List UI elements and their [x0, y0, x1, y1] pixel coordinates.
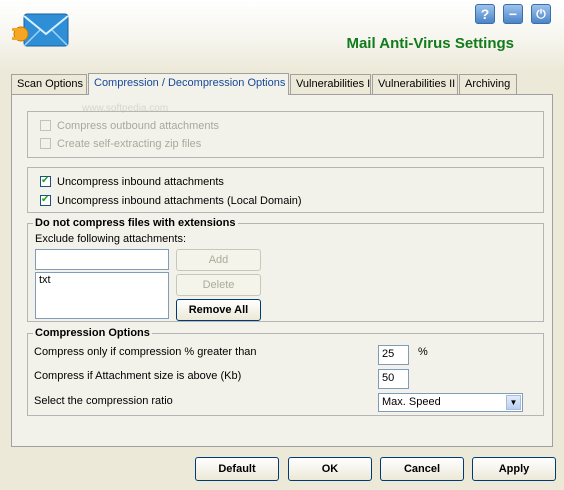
tab-panel: www.softpedia.com Compress outbound atta…: [11, 94, 553, 447]
self-extract-label: Create self-extracting zip files: [57, 138, 202, 150]
ratio-select-value: Max. Speed: [382, 396, 441, 408]
uncompress-inbound-label: Uncompress inbound attachments: [57, 176, 224, 188]
exclude-subtitle: Exclude following attachments:: [35, 233, 187, 245]
compress-outbound-row[interactable]: Compress outbound attachments: [40, 119, 219, 133]
percent-input[interactable]: 25: [378, 345, 409, 365]
apply-button[interactable]: Apply: [472, 457, 556, 481]
app-title: Mail Anti-Virus Settings: [346, 35, 514, 52]
delete-button[interactable]: Delete: [176, 274, 261, 296]
exclude-group-title: Do not compress files with extensions: [33, 217, 238, 229]
uncompress-local-checkbox[interactable]: [40, 193, 51, 207]
ratio-select[interactable]: Max. Speed ▼: [378, 393, 523, 412]
uncompress-local-row[interactable]: Uncompress inbound attachments (Local Do…: [40, 193, 302, 208]
chevron-down-icon[interactable]: ▼: [506, 395, 521, 410]
compression-options-title: Compression Options: [33, 327, 152, 339]
self-extract-row[interactable]: Create self-extracting zip files: [40, 137, 201, 151]
mail-envelope-icon: [12, 8, 70, 57]
size-input[interactable]: 50: [378, 369, 409, 389]
compression-options-group: Compression Options Compress only if com…: [27, 327, 544, 416]
tab-vulnerabilities-2[interactable]: Vulnerabilities II: [372, 74, 458, 94]
tab-vulnerabilities-1[interactable]: Vulnerabilities I: [290, 74, 371, 94]
ratio-label: Select the compression ratio: [34, 395, 173, 407]
help-button[interactable]: ?: [475, 4, 495, 24]
default-button[interactable]: Default: [195, 457, 279, 481]
uncompress-group: Uncompress inbound attachments Uncompres…: [27, 167, 544, 213]
minimize-button[interactable]: −: [503, 4, 523, 24]
header-banner: ? − ⏻ Mail Anti-Virus Settings: [0, 0, 564, 72]
tab-scan-options[interactable]: Scan Options: [11, 74, 87, 94]
exclude-group: Do not compress files with extensions Ex…: [27, 217, 544, 322]
extension-input[interactable]: [35, 249, 169, 270]
extension-list-item[interactable]: txt: [39, 274, 165, 286]
add-button[interactable]: Add: [176, 249, 261, 271]
extension-list[interactable]: txt: [35, 272, 169, 319]
percent-unit: %: [418, 346, 428, 358]
uncompress-local-label: Uncompress inbound attachments (Local Do…: [57, 195, 302, 207]
uncompress-inbound-row[interactable]: Uncompress inbound attachments: [40, 174, 224, 189]
percent-label: Compress only if compression % greater t…: [34, 346, 257, 358]
tab-archiving[interactable]: Archiving: [459, 74, 517, 94]
remove-all-button[interactable]: Remove All: [176, 299, 261, 321]
tab-compression-options[interactable]: Compression / Decompression Options: [88, 73, 289, 95]
cancel-button[interactable]: Cancel: [380, 457, 464, 481]
uncompress-inbound-checkbox[interactable]: [40, 174, 51, 188]
compress-outbound-label: Compress outbound attachments: [57, 120, 220, 132]
power-button[interactable]: ⏻: [531, 4, 551, 24]
compress-outbound-checkbox[interactable]: [40, 120, 51, 131]
ok-button[interactable]: OK: [288, 457, 372, 481]
size-label: Compress if Attachment size is above (Kb…: [34, 370, 242, 382]
compress-group: Compress outbound attachments Create sel…: [27, 111, 544, 158]
self-extract-checkbox[interactable]: [40, 138, 51, 149]
